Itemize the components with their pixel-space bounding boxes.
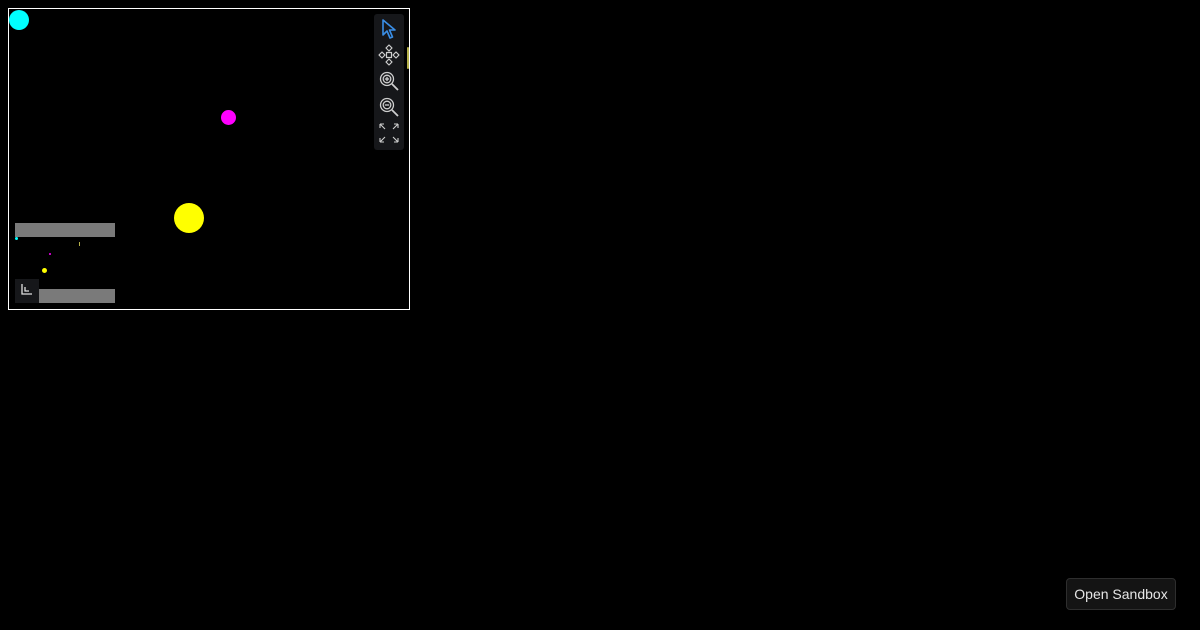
- minimap-cyan-node: [15, 237, 18, 240]
- minimap-collapse-icon: [21, 282, 33, 300]
- magenta-node[interactable]: [221, 110, 236, 125]
- fit-view-icon: [378, 122, 400, 144]
- zoom-out-icon: [378, 96, 400, 118]
- minimap-yellow-node: [42, 268, 47, 273]
- minimap-edge-fragment: [79, 242, 80, 246]
- zoom-in-tool-button[interactable]: [376, 68, 402, 94]
- minimap-viewport-bottom: [39, 289, 115, 303]
- minimap[interactable]: [15, 223, 115, 303]
- minimap-magenta-node: [49, 253, 51, 255]
- zoom-out-tool-button[interactable]: [376, 94, 402, 120]
- zoom-in-icon: [378, 70, 400, 92]
- minimap-viewport-top: [15, 223, 115, 237]
- pointer-tool-button[interactable]: [376, 16, 402, 42]
- canvas-toolbar: [374, 14, 404, 150]
- minimap-toggle-button[interactable]: [15, 279, 39, 303]
- graph-canvas[interactable]: [8, 8, 410, 310]
- cyan-node[interactable]: [9, 10, 29, 30]
- pointer-icon: [380, 19, 398, 39]
- edge-fragment: [407, 47, 409, 69]
- pan-tool-button[interactable]: [376, 42, 402, 68]
- open-sandbox-button[interactable]: Open Sandbox: [1066, 578, 1176, 610]
- pan-icon: [378, 44, 400, 66]
- fit-view-tool-button[interactable]: [376, 120, 402, 146]
- yellow-node[interactable]: [174, 203, 204, 233]
